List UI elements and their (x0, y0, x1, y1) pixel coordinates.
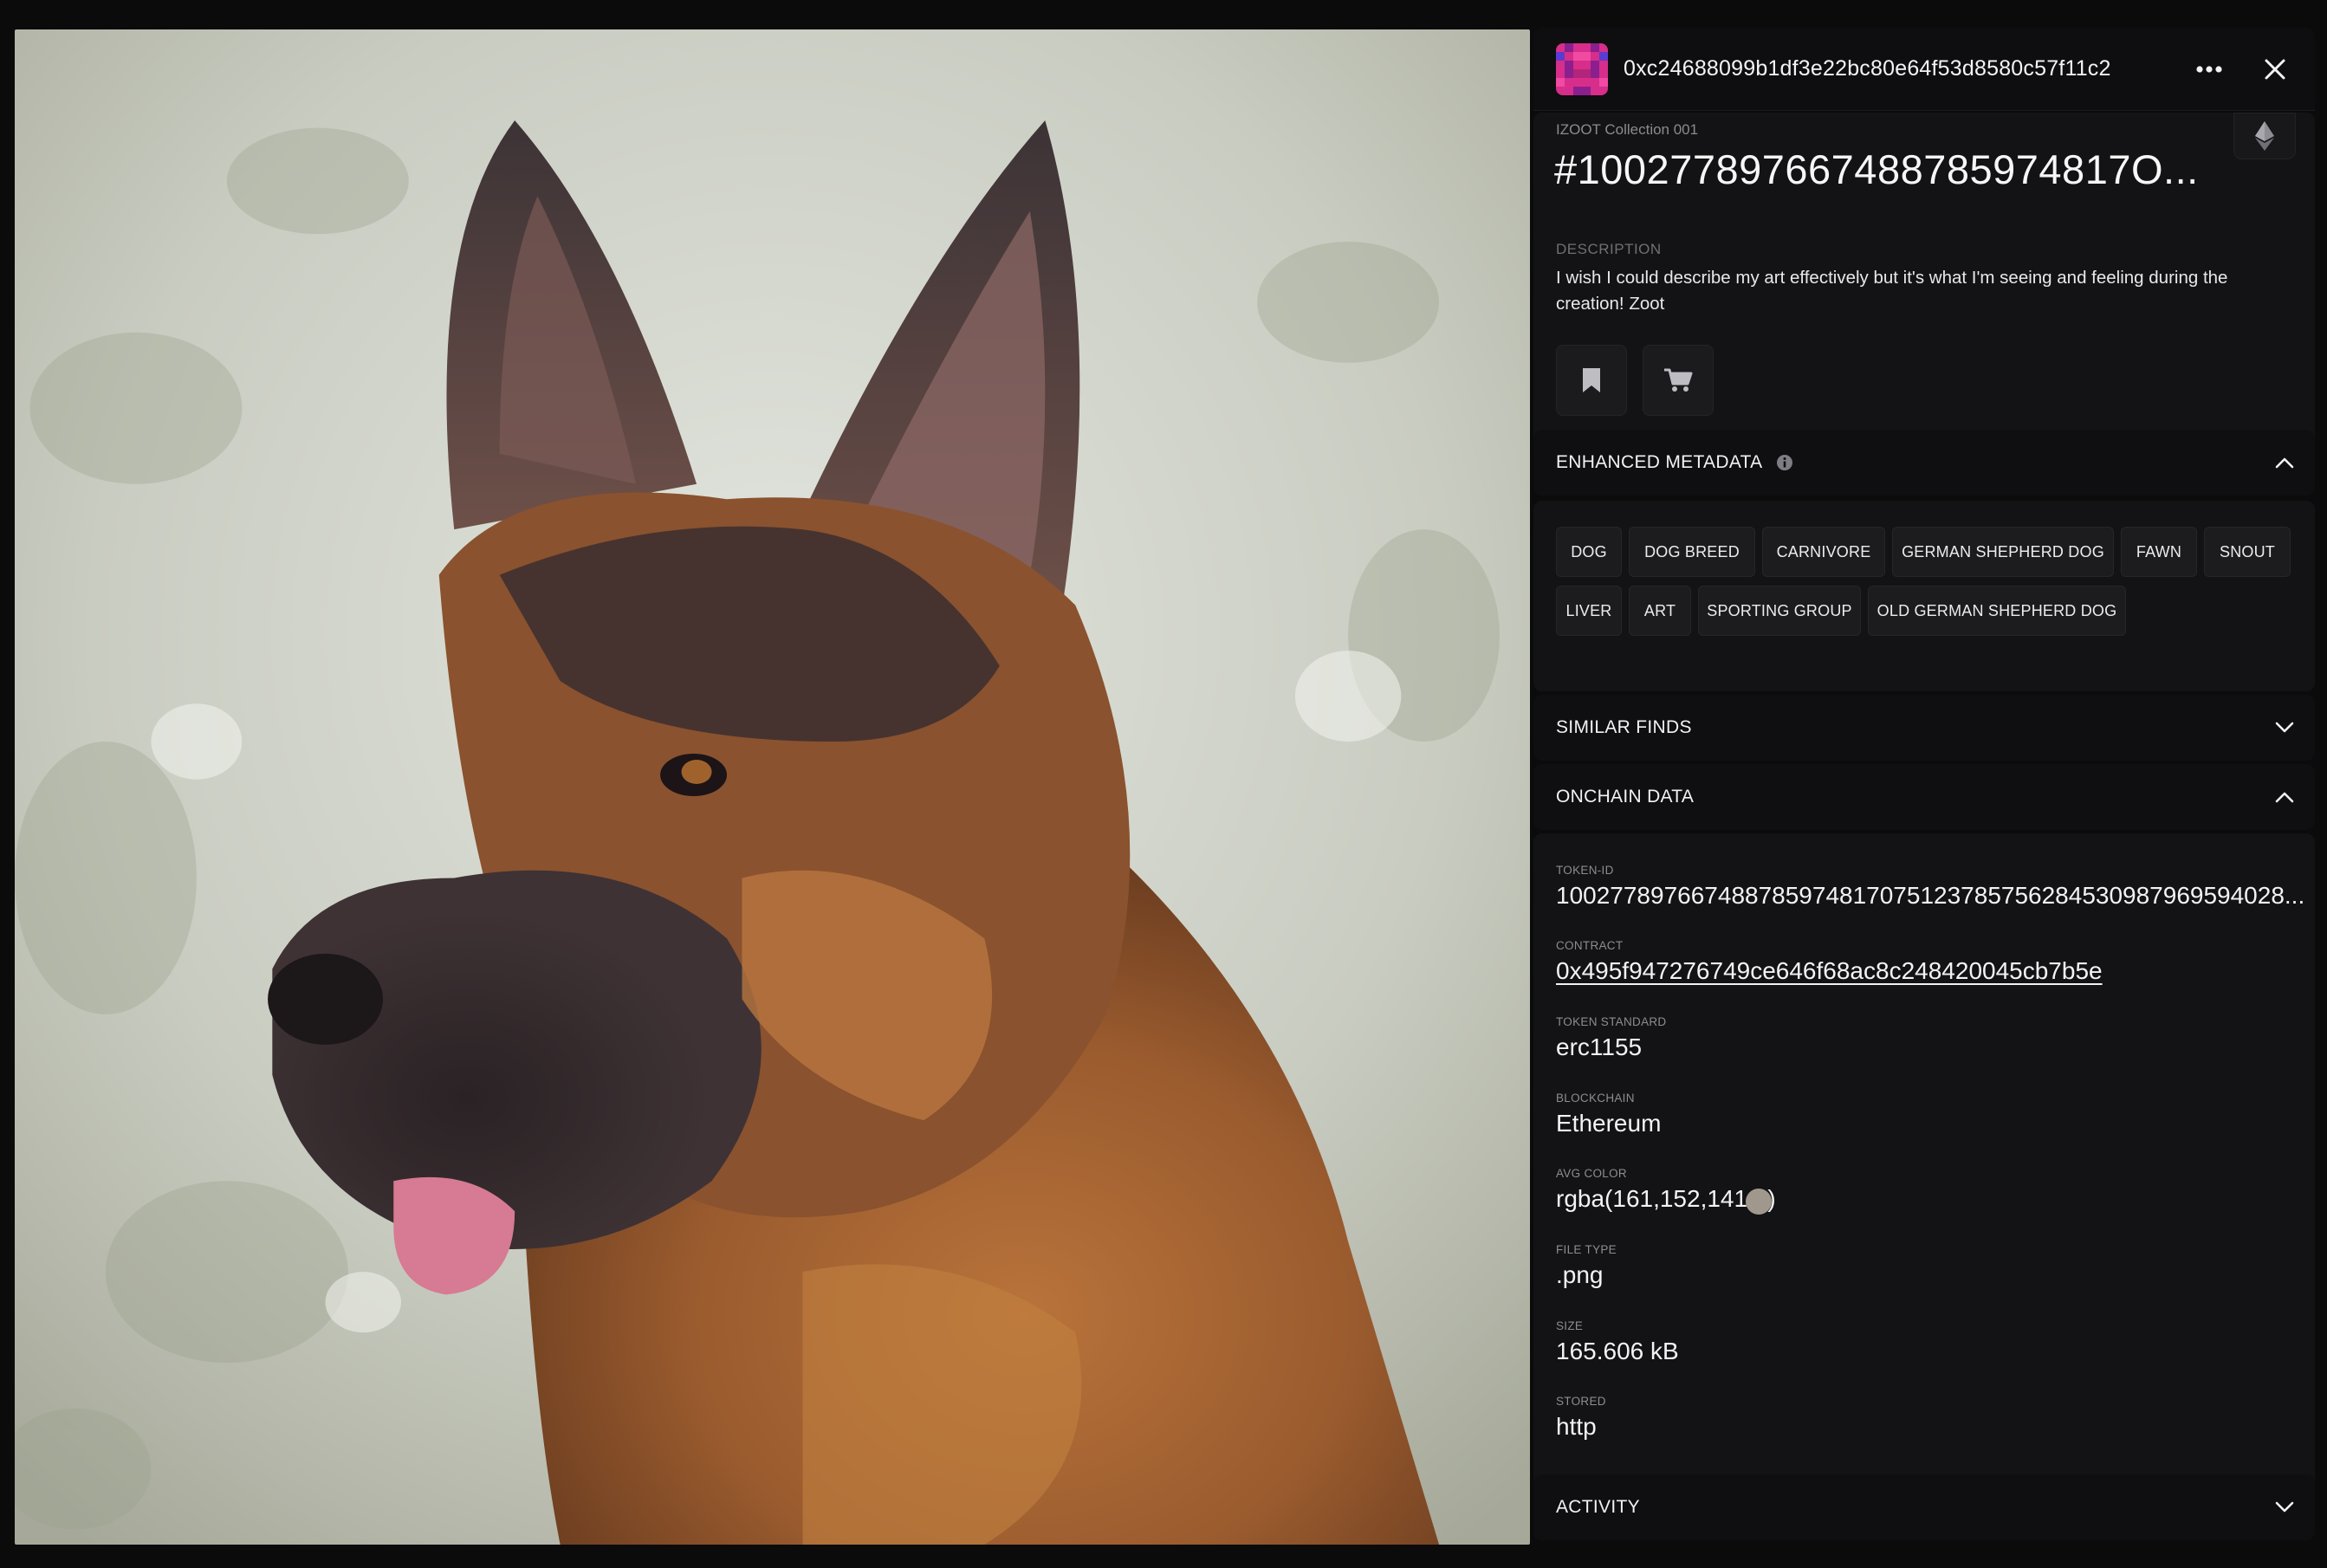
owner-address[interactable]: 0xc24688099b1df3e22bc80e64f53d8580c57f11… (1624, 56, 2188, 81)
token-id-label: TOKEN-ID (1556, 864, 1614, 877)
tag-chip[interactable]: SPORTING GROUP (1698, 586, 1861, 636)
blockchain-value: Ethereum (1556, 1110, 1662, 1137)
bookmark-button[interactable] (1556, 345, 1627, 416)
more-options-button[interactable] (2188, 49, 2230, 90)
more-horizontal-icon (2196, 65, 2222, 73)
tag-chip[interactable]: OLD GERMAN SHEPHERD DOG (1868, 586, 2126, 636)
tag-chip[interactable]: FAWN (2121, 527, 2197, 577)
chevron-down-icon (2275, 722, 2294, 734)
activity-header[interactable]: ACTIVITY (1533, 1474, 2315, 1540)
token-title: #100277897667488785974817O... (1554, 146, 2199, 192)
close-icon (2265, 59, 2285, 79)
token-id-value: 1002778976674887859748170751237857562845… (1556, 882, 2305, 909)
collection-name[interactable]: IZOOT Collection 001 (1556, 121, 1698, 139)
size-label: SIZE (1556, 1319, 1584, 1332)
activity-title: ACTIVITY (1556, 1497, 1640, 1517)
onchain-data-title: ONCHAIN DATA (1556, 787, 1695, 807)
similar-finds-header[interactable]: SIMILAR FINDS (1533, 695, 2315, 761)
tag-chip[interactable]: DOG (1556, 527, 1622, 577)
nft-artwork-image[interactable] (15, 29, 1530, 1545)
similar-finds-title: SIMILAR FINDS (1556, 717, 1692, 737)
description-text: I wish I could describe my art effective… (1556, 268, 2228, 314)
metadata-tags-card: DOG DOG BREED CARNIVORE GERMAN SHEPHERD … (1533, 501, 2315, 691)
avg-color-label: AVG COLOR (1556, 1167, 1627, 1180)
item-info-card: IZOOT Collection 001 #100277897667488785… (1533, 113, 2315, 453)
stored-label: STORED (1556, 1395, 1606, 1408)
enhanced-metadata-header[interactable]: ENHANCED METADATA (1533, 430, 2315, 496)
enhanced-metadata-title: ENHANCED METADATA (1556, 452, 1763, 472)
tag-chip[interactable]: GERMAN SHEPHERD DOG (1892, 527, 2114, 577)
avg-color-value: rgba(161,152,141,1) (1556, 1185, 1776, 1212)
token-standard-value: erc1155 (1556, 1033, 1643, 1060)
owner-avatar[interactable] (1556, 42, 1608, 95)
chain-badge (2233, 113, 2296, 159)
avg-color-swatch (1746, 1189, 1772, 1215)
close-button[interactable] (2254, 49, 2296, 90)
details-panel: 0xc24688099b1df3e22bc80e64f53d8580c57f11… (1533, 28, 2315, 1545)
panel-header: 0xc24688099b1df3e22bc80e64f53d8580c57f11… (1533, 28, 2315, 111)
contract-link[interactable]: 0x495f947276749ce646f68ac8c248420045cb7b… (1556, 957, 2103, 985)
german-shepherd-illustration (15, 29, 1530, 1545)
chevron-down-icon (2275, 1501, 2294, 1513)
onchain-data-card: TOKEN-ID 1002778976674887859748170751237… (1533, 833, 2315, 1500)
stored-value: http (1556, 1413, 1597, 1440)
ethereum-icon (2255, 121, 2274, 151)
token-standard-label: TOKEN STANDARD (1556, 1015, 1667, 1028)
chevron-up-icon (2275, 457, 2294, 469)
cart-icon (1664, 368, 1693, 392)
file-type-label: FILE TYPE (1556, 1243, 1617, 1256)
tag-chip[interactable]: ART (1629, 586, 1691, 636)
tag-chip[interactable]: CARNIVORE (1762, 527, 1885, 577)
tag-chip[interactable]: DOG BREED (1629, 527, 1755, 577)
file-type-value: .png (1556, 1261, 1604, 1288)
blockchain-label: BLOCKCHAIN (1556, 1092, 1635, 1105)
info-icon[interactable] (1776, 454, 1793, 471)
size-value: 165.606 kB (1556, 1338, 1679, 1364)
onchain-data-header[interactable]: ONCHAIN DATA (1533, 764, 2315, 830)
bookmark-icon (1583, 368, 1600, 392)
tag-chip[interactable]: LIVER (1556, 586, 1622, 636)
contract-label: CONTRACT (1556, 939, 1624, 952)
add-to-cart-button[interactable] (1643, 345, 1714, 416)
tag-chip[interactable]: SNOUT (2204, 527, 2291, 577)
description-label: DESCRIPTION (1556, 241, 1662, 257)
chevron-up-icon (2275, 791, 2294, 803)
